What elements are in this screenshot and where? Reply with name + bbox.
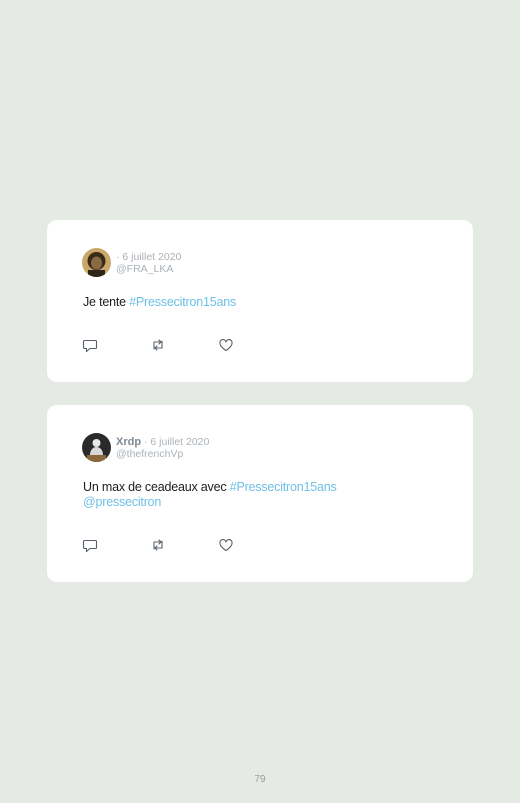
tweet-actions	[82, 337, 286, 353]
retweet-icon[interactable]	[150, 537, 166, 553]
tweet-text: Un max de ceadeaux avec #Pressecitron15a…	[83, 480, 443, 510]
tweet-header: · 6 juillet 2020 @FRA_LKA	[82, 248, 181, 277]
heart-icon[interactable]	[218, 537, 234, 553]
user-handle[interactable]: @thefrenchVp	[116, 448, 209, 460]
avatar[interactable]	[82, 433, 111, 462]
tweet-actions	[82, 537, 286, 553]
user-name[interactable]: Xrdp	[116, 436, 141, 448]
tweet-meta: Xrdp · 6 juillet 2020 @thefrenchVp	[116, 436, 209, 460]
tweet-meta: · 6 juillet 2020 @FRA_LKA	[116, 251, 181, 275]
tweet-card: · 6 juillet 2020 @FRA_LKA Je tente #Pres…	[47, 220, 473, 382]
reply-icon[interactable]	[82, 537, 98, 553]
tweet-date[interactable]: · 6 juillet 2020	[141, 436, 209, 448]
hashtag-link[interactable]: #Pressecitron15ans	[129, 295, 236, 309]
page-number: 79	[254, 774, 266, 785]
user-handle[interactable]: @FRA_LKA	[116, 263, 181, 275]
tweet-header: Xrdp · 6 juillet 2020 @thefrenchVp	[82, 433, 209, 462]
tweet-card: Xrdp · 6 juillet 2020 @thefrenchVp Un ma…	[47, 405, 473, 582]
heart-icon[interactable]	[218, 337, 234, 353]
retweet-icon[interactable]	[150, 337, 166, 353]
tweet-body: Je tente	[83, 295, 130, 309]
hashtag-link[interactable]: #Pressecitron15ans	[230, 480, 337, 494]
reply-icon[interactable]	[82, 337, 98, 353]
tweet-text: Je tente #Pressecitron15ans	[83, 295, 443, 310]
mention-link[interactable]: @pressecitron	[83, 495, 161, 509]
avatar[interactable]	[82, 248, 111, 277]
tweet-date[interactable]: · 6 juillet 2020	[116, 251, 181, 263]
tweet-body: Un max de ceadeaux avec	[83, 480, 230, 494]
